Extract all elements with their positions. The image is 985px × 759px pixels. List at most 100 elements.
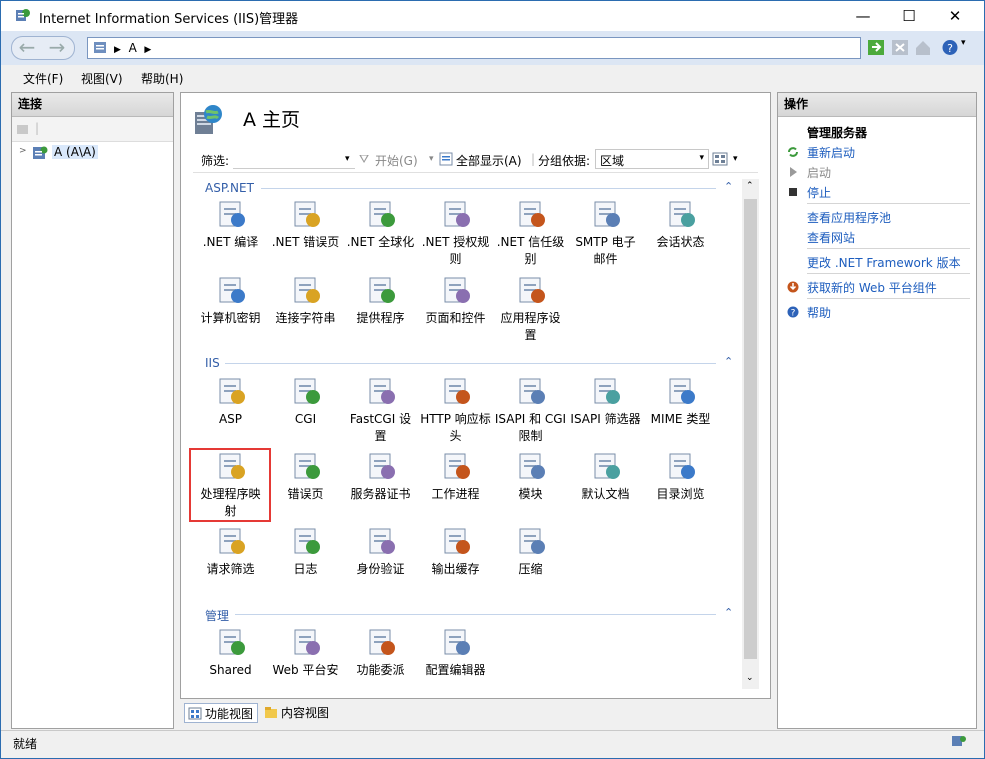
help-icon[interactable]: ? xyxy=(941,39,959,56)
scroll-thumb[interactable] xyxy=(744,199,757,659)
feature-1-18[interactable]: 压缩 xyxy=(493,525,568,578)
feature-2-0-label: Shared xyxy=(209,663,252,677)
feature-1-2[interactable]: FastCGI 设 置 xyxy=(343,375,418,445)
tree-server-node[interactable]: A (A\A) xyxy=(52,145,98,159)
feature-2-0-icon xyxy=(219,629,245,655)
feature-1-10-label: 工作进程 xyxy=(431,487,480,501)
feature-0-1[interactable]: .NET 错误页 xyxy=(268,198,343,251)
feature-1-3[interactable]: HTTP 响应标 头 xyxy=(418,375,493,445)
status-bar: 就绪 xyxy=(1,730,984,753)
feature-0-7[interactable]: 计算机密钥 xyxy=(193,274,268,327)
feature-1-8[interactable]: 错误页 xyxy=(268,450,343,503)
feature-0-2[interactable]: .NET 全球化 xyxy=(343,198,418,251)
feature-1-12-icon xyxy=(594,453,620,479)
action-stop[interactable]: 停止 xyxy=(807,184,831,201)
action-start[interactable]: 启动 xyxy=(807,164,831,181)
feature-1-4[interactable]: ISAPI 和 CGI 限制 xyxy=(493,375,568,445)
features-scrollbar[interactable]: ⌃ ⌄ xyxy=(742,179,759,689)
manage-server-title: 管理服务器 xyxy=(807,126,868,140)
feature-1-11[interactable]: 模块 xyxy=(493,450,568,503)
feature-2-2[interactable]: 功能委派 xyxy=(343,626,418,679)
tree-expand-icon[interactable]: > xyxy=(19,146,27,156)
feature-0-4[interactable]: .NET 信任级 别 xyxy=(493,198,568,268)
menu-file[interactable]: 文件(F) xyxy=(23,70,63,87)
feature-1-10[interactable]: 工作进程 xyxy=(418,450,493,503)
feature-1-16[interactable]: 身份验证 xyxy=(343,525,418,578)
server-icon xyxy=(94,42,106,53)
actions-divider xyxy=(807,203,970,204)
scroll-down-icon[interactable]: ⌄ xyxy=(746,673,754,683)
feature-0-9[interactable]: 提供程序 xyxy=(343,274,418,327)
maximize-button[interactable]: ☐ xyxy=(886,1,932,31)
feature-1-13-label: 目录浏览 xyxy=(656,487,705,501)
action-view-app-pools[interactable]: 查看应用程序池 xyxy=(807,209,891,226)
feature-0-0[interactable]: .NET 编译 xyxy=(193,198,268,251)
home-icon[interactable] xyxy=(914,39,932,56)
feature-1-2-label: FastCGI 设 置 xyxy=(349,412,412,443)
feature-0-10[interactable]: 页面和控件 xyxy=(418,274,493,327)
tab-features-view[interactable]: 功能视图 xyxy=(184,703,258,723)
action-get-web-platform[interactable]: 获取新的 Web 平台组件 xyxy=(807,279,937,296)
feature-0-6[interactable]: 会话状态 xyxy=(643,198,718,251)
action-restart[interactable]: 重新启动 xyxy=(807,144,855,161)
tab-content-view-label: 内容视图 xyxy=(281,706,330,720)
feature-1-15[interactable]: 日志 xyxy=(268,525,343,578)
forward-arrow-icon[interactable]: → xyxy=(43,36,71,60)
stop-icon[interactable] xyxy=(891,39,909,56)
path-separator: ▶ xyxy=(114,45,121,55)
feature-0-7-label: 计算机密钥 xyxy=(200,311,261,325)
feature-0-10-icon xyxy=(444,277,470,303)
feature-0-5[interactable]: SMTP 电子 邮件 xyxy=(568,198,643,268)
action-change-dotnet-version[interactable]: 更改 .NET Framework 版本 xyxy=(807,254,961,271)
highlight-box xyxy=(189,448,271,522)
feature-1-6-label: MIME 类型 xyxy=(650,412,711,426)
feature-1-4-icon xyxy=(519,378,545,404)
menu-view[interactable]: 视图(V) xyxy=(81,70,123,87)
feature-0-8[interactable]: 连接字符串 xyxy=(268,274,343,327)
scroll-up-icon[interactable]: ⌃ xyxy=(746,181,754,191)
help-dropdown-icon[interactable]: ▾ xyxy=(961,38,966,48)
feature-1-14[interactable]: 请求筛选 xyxy=(193,525,268,578)
feature-2-1[interactable]: Web 平台安 xyxy=(268,626,343,679)
feature-1-11-label: 模块 xyxy=(518,487,543,501)
menu-help[interactable]: 帮助(H) xyxy=(141,70,183,87)
address-path-box[interactable]: ▶ A ▶ xyxy=(87,37,861,59)
iis-app-icon xyxy=(16,9,30,21)
connect-icon[interactable] xyxy=(16,122,30,136)
tab-content-view[interactable]: 内容视图 xyxy=(262,703,342,723)
feature-grid: .NET 编译 .NET 错误页 .NET 全球化 .NET 授权规 则 .NET 信任… xyxy=(181,93,741,693)
feature-0-3[interactable]: .NET 授权规 则 xyxy=(418,198,493,268)
tab-features-view-label: 功能视图 xyxy=(205,707,254,721)
menu-bar: 文件(F) 视图(V) 帮助(H) xyxy=(1,65,984,91)
close-button[interactable]: ✕ xyxy=(932,1,978,31)
refresh-icon[interactable] xyxy=(867,39,885,56)
feature-1-17[interactable]: 输出缓存 xyxy=(418,525,493,578)
feature-1-6[interactable]: MIME 类型 xyxy=(643,375,718,428)
action-view-sites[interactable]: 查看网站 xyxy=(807,229,855,246)
feature-2-0[interactable]: Shared xyxy=(193,626,268,679)
svg-text:?: ? xyxy=(947,42,953,55)
web-platform-icon xyxy=(787,281,799,293)
feature-1-5[interactable]: ISAPI 筛选器 xyxy=(568,375,643,428)
feature-1-1-label: CGI xyxy=(294,412,317,426)
action-help[interactable]: 帮助 xyxy=(807,304,831,321)
server-node-icon xyxy=(33,146,48,159)
back-arrow-icon[interactable]: ← xyxy=(13,36,41,60)
feature-1-12[interactable]: 默认文档 xyxy=(568,450,643,503)
feature-2-3[interactable]: 配置编辑器 xyxy=(418,626,493,679)
status-connection-icon xyxy=(952,736,966,746)
path-segment[interactable]: A xyxy=(129,41,137,55)
feature-0-5-icon xyxy=(594,201,620,227)
feature-1-0[interactable]: ASP xyxy=(193,375,268,428)
feature-1-9-icon xyxy=(369,453,395,479)
feature-0-11[interactable]: 应用程序设 置 xyxy=(493,274,568,344)
feature-0-2-icon xyxy=(369,201,395,227)
feature-0-11-icon xyxy=(519,277,545,303)
feature-1-9[interactable]: 服务器证书 xyxy=(343,450,418,503)
feature-1-13[interactable]: 目录浏览 xyxy=(643,450,718,503)
feature-1-1[interactable]: CGI xyxy=(268,375,343,428)
feature-0-11-label: 应用程序设 置 xyxy=(500,311,561,342)
minimize-button[interactable]: — xyxy=(840,1,886,31)
feature-0-9-icon xyxy=(369,277,395,303)
feature-1-11-icon xyxy=(519,453,545,479)
